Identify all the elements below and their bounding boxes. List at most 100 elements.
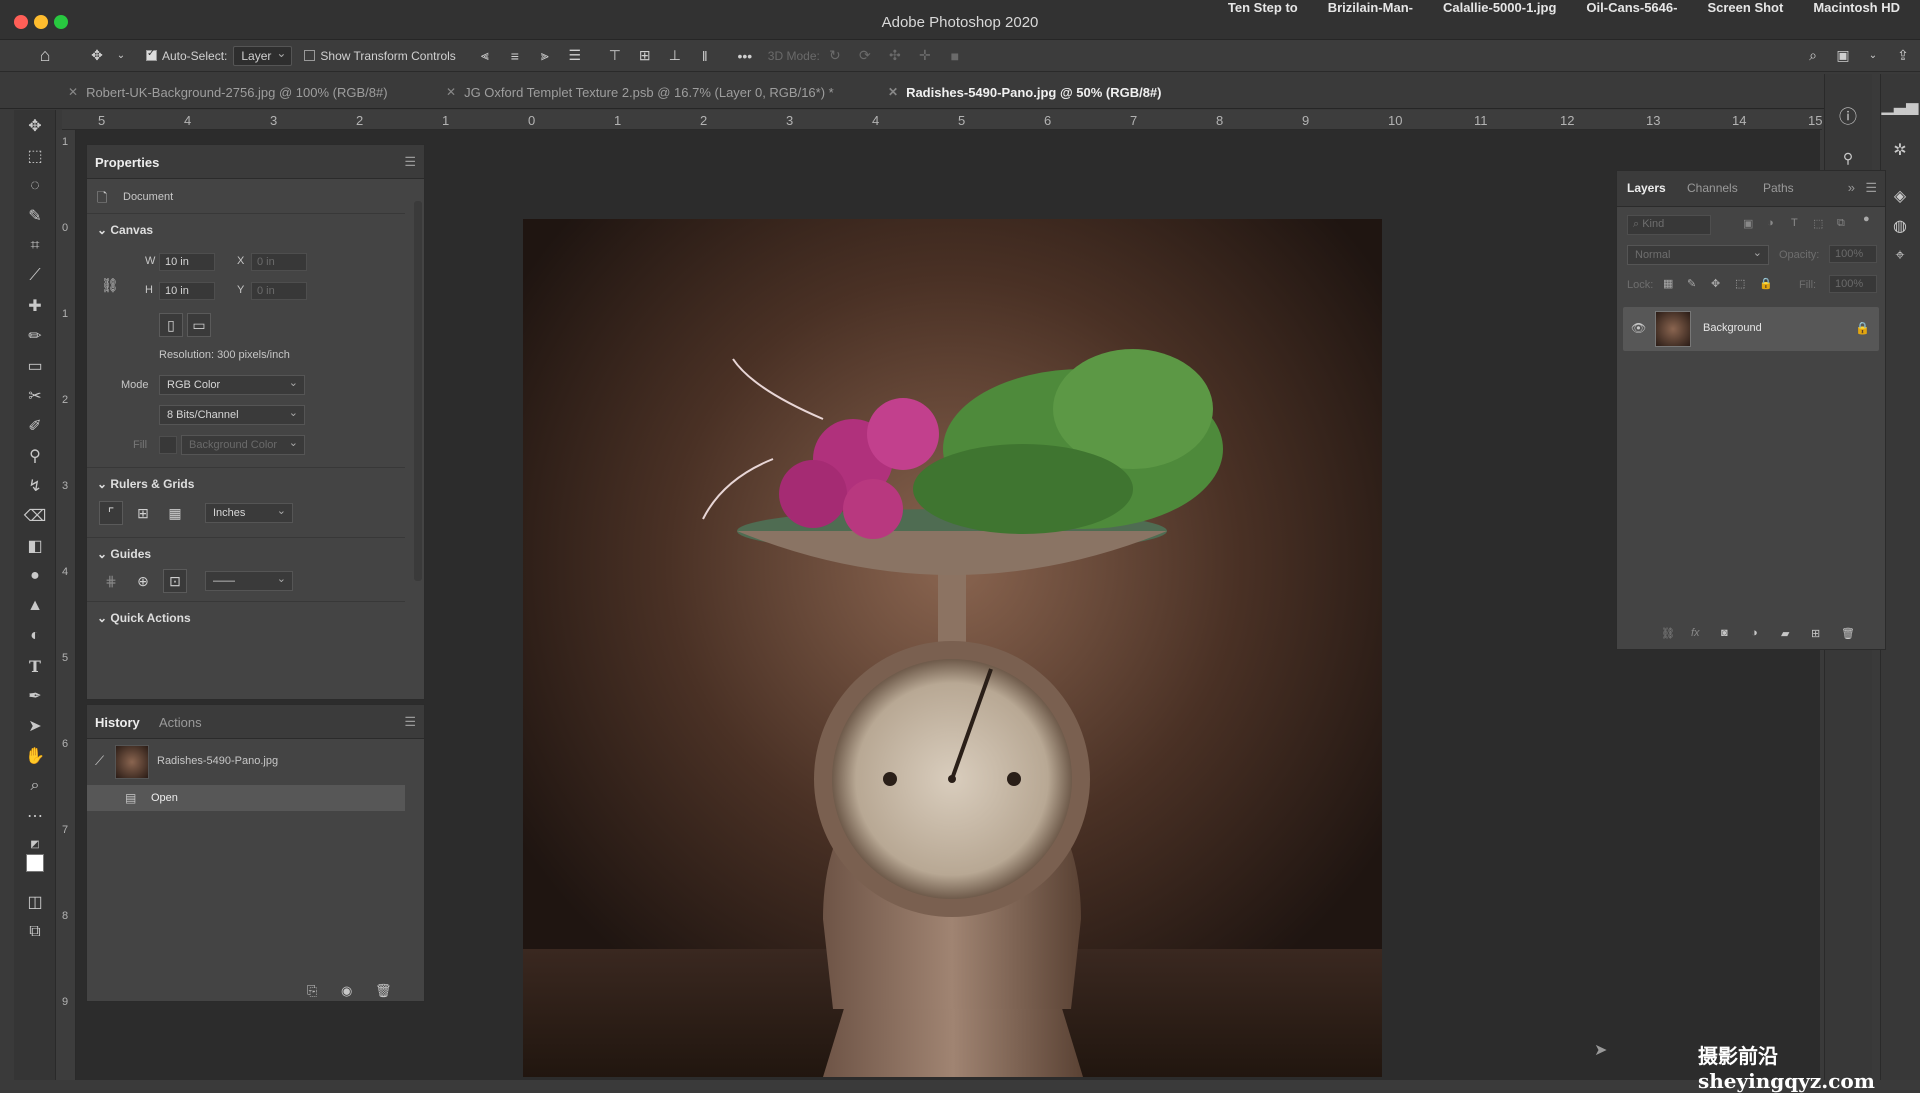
align-right-icon[interactable]: ⫸	[534, 45, 556, 67]
blur-tool-icon[interactable]: ●	[22, 564, 48, 588]
move-tool-icon[interactable]: ✥	[22, 114, 48, 138]
collapse-icon[interactable]: »	[1848, 180, 1855, 195]
auto-select-checkbox[interactable]: Auto-Select:	[146, 48, 227, 63]
lock-all-icon[interactable]: 🔒	[1759, 277, 1773, 290]
layer-filter-input[interactable]: ⌕ Kind	[1627, 215, 1711, 235]
auto-select-target-select[interactable]: Layer	[233, 45, 293, 66]
new-guide-layout-icon[interactable]: ⊡	[163, 569, 187, 593]
add-mask-icon[interactable]: ◙	[1721, 627, 1728, 639]
gear-icon[interactable]: ✲	[1887, 138, 1913, 162]
lasso-tool-icon[interactable]: ◌	[22, 174, 48, 198]
close-icon[interactable]: ✕	[446, 85, 456, 99]
align-left-icon[interactable]: ⫷	[474, 45, 496, 67]
lock-position-icon[interactable]: ✥	[1711, 277, 1720, 290]
tab-channels[interactable]: Channels	[1687, 181, 1738, 195]
color-mode-select[interactable]: RGB Color	[159, 375, 305, 395]
document-tab-active[interactable]: ✕ Radishes-5490-Pano.jpg @ 50% (RGB/8#)	[888, 81, 1161, 103]
link-dimensions-icon[interactable]: ⛓	[101, 277, 119, 294]
guides-icon[interactable]: ⋕	[99, 569, 123, 593]
tab-properties[interactable]: Properties	[95, 155, 159, 170]
type-tool-icon[interactable]: T	[22, 654, 48, 678]
sharpen-tool-icon[interactable]: ▲	[22, 594, 48, 618]
align-center-icon[interactable]: ≡	[504, 45, 526, 67]
lock-pixels-icon[interactable]: ✎	[1687, 277, 1696, 290]
trash-icon[interactable]: 🗑	[375, 983, 392, 999]
layer-row-background[interactable]: 👁 Background 🔒	[1623, 307, 1879, 351]
zoom-tool-icon[interactable]: ⌕	[22, 774, 48, 798]
height-field[interactable]: 10 in	[159, 282, 215, 300]
history-snapshot-row[interactable]: ⟋ Radishes-5490-Pano.jpg	[87, 741, 405, 781]
gradient-tool-icon[interactable]: ◧	[22, 534, 48, 558]
portrait-orientation-button[interactable]: ▯	[159, 313, 183, 337]
align-top-icon[interactable]: ⊤	[604, 45, 626, 67]
show-rulers-icon[interactable]: ⌜	[99, 501, 123, 525]
guides-section-toggle[interactable]: ⌄ Guides	[97, 547, 151, 561]
show-transform-checkbox[interactable]: Show Transform Controls	[304, 49, 456, 63]
tool-preset-dropdown[interactable]: ⌄	[110, 45, 132, 67]
paths-icon[interactable]: ⌖	[1887, 244, 1913, 268]
brush-tool-icon[interactable]: ✏	[22, 324, 48, 348]
quick-selection-tool-icon[interactable]: ✎	[22, 204, 48, 228]
desktop-item[interactable]: Screen Shot	[1707, 0, 1783, 15]
ruler-units-select[interactable]: Inches	[205, 503, 293, 523]
document-canvas[interactable]	[523, 219, 1382, 1077]
horizontal-ruler[interactable]: 5 4 3 2 1 0 1 2 3 4 5 6 7 8 9 10 11 12 1…	[62, 110, 1822, 130]
shape-tool-icon[interactable]: ▭	[22, 354, 48, 378]
history-brush-source-icon[interactable]: ⟋	[95, 753, 104, 769]
show-grid-icon[interactable]: ⊞	[131, 501, 155, 525]
properties-scrollbar[interactable]	[414, 201, 422, 581]
distribute-icon[interactable]: ☰	[564, 45, 586, 67]
landscape-orientation-button[interactable]: ▭	[187, 313, 211, 337]
blend-mode-select[interactable]: Normal	[1627, 245, 1769, 265]
lock-artboard-icon[interactable]: ⬚	[1735, 277, 1745, 290]
filter-toggle-icon[interactable]: ●	[1863, 213, 1870, 225]
filter-type-icon[interactable]: T	[1791, 217, 1798, 229]
fill-select[interactable]: Background Color	[181, 435, 305, 455]
workspace-icon[interactable]: ▣	[1832, 45, 1854, 67]
pen-tool-icon[interactable]: ✒	[22, 684, 48, 708]
eraser-tool-icon[interactable]: ⌫	[22, 504, 48, 528]
delete-layer-icon[interactable]: 🗑	[1841, 627, 1855, 640]
screen-mode-icon[interactable]: ⧉	[22, 920, 48, 944]
canvas-section-toggle[interactable]: ⌄ Canvas	[97, 223, 153, 237]
filter-pixel-icon[interactable]: ▣	[1743, 217, 1753, 230]
home-icon[interactable]: ⌂	[34, 45, 56, 67]
align-bottom-icon[interactable]: ⊥	[664, 45, 686, 67]
histogram-icon[interactable]: ▁▃▅	[1882, 94, 1919, 118]
move-tool-icon[interactable]: ✥	[86, 45, 108, 67]
eye-icon[interactable]: 👁	[1631, 321, 1646, 335]
x-field[interactable]: 0 in	[251, 253, 307, 271]
link-layers-icon[interactable]: ⛓	[1661, 627, 1675, 640]
panel-menu-icon[interactable]: ☰	[404, 154, 416, 170]
layer-style-icon[interactable]: fx	[1691, 627, 1700, 639]
panel-menu-icon[interactable]: ☰	[1865, 180, 1877, 196]
y-field[interactable]: 0 in	[251, 282, 307, 300]
lock-transparent-icon[interactable]: ▦	[1663, 277, 1673, 290]
panel-menu-icon[interactable]: ☰	[404, 714, 416, 730]
filter-smart-object-icon[interactable]: ⧉	[1837, 217, 1845, 230]
new-group-icon[interactable]: ▰	[1781, 627, 1789, 640]
fill-swatch[interactable]	[159, 436, 177, 454]
default-colors-icon[interactable]: ◩	[22, 832, 48, 856]
pencil-tool-icon[interactable]: ✐	[22, 414, 48, 438]
new-guide-icon[interactable]: ⊕	[131, 569, 155, 593]
rulers-grids-section-toggle[interactable]: ⌄ Rulers & Grids	[97, 477, 194, 491]
fill-field[interactable]: 100%	[1829, 275, 1877, 293]
tab-paths[interactable]: Paths	[1763, 181, 1794, 195]
history-step-row[interactable]: ▤ Open	[87, 785, 405, 811]
desktop-item[interactable]: Oil-Cans-5646-	[1586, 0, 1677, 15]
bit-depth-select[interactable]: 8 Bits/Channel	[159, 405, 305, 425]
info-icon[interactable]: ⓘ	[1835, 104, 1861, 128]
pixel-grid-icon[interactable]: ▦	[163, 501, 187, 525]
adjustment-layer-icon[interactable]: ◑	[1751, 627, 1758, 639]
search-icon[interactable]: ⌕	[1802, 45, 1824, 67]
hand-tool-icon[interactable]: ✋	[22, 744, 48, 768]
distribute-vertical-icon[interactable]: ‖	[694, 45, 716, 67]
tab-layers[interactable]: Layers	[1627, 181, 1666, 195]
width-field[interactable]: 10 in	[159, 253, 215, 271]
desktop-item[interactable]: Brizilain-Man-	[1328, 0, 1413, 15]
layers-icon[interactable]: ◈	[1887, 184, 1913, 208]
stamp-tool-icon[interactable]: ⚲	[22, 444, 48, 468]
desktop-item[interactable]: Calallie-5000-1.jpg	[1443, 0, 1556, 15]
document-tab[interactable]: ✕ Robert-UK-Background-2756.jpg @ 100% (…	[68, 81, 388, 103]
